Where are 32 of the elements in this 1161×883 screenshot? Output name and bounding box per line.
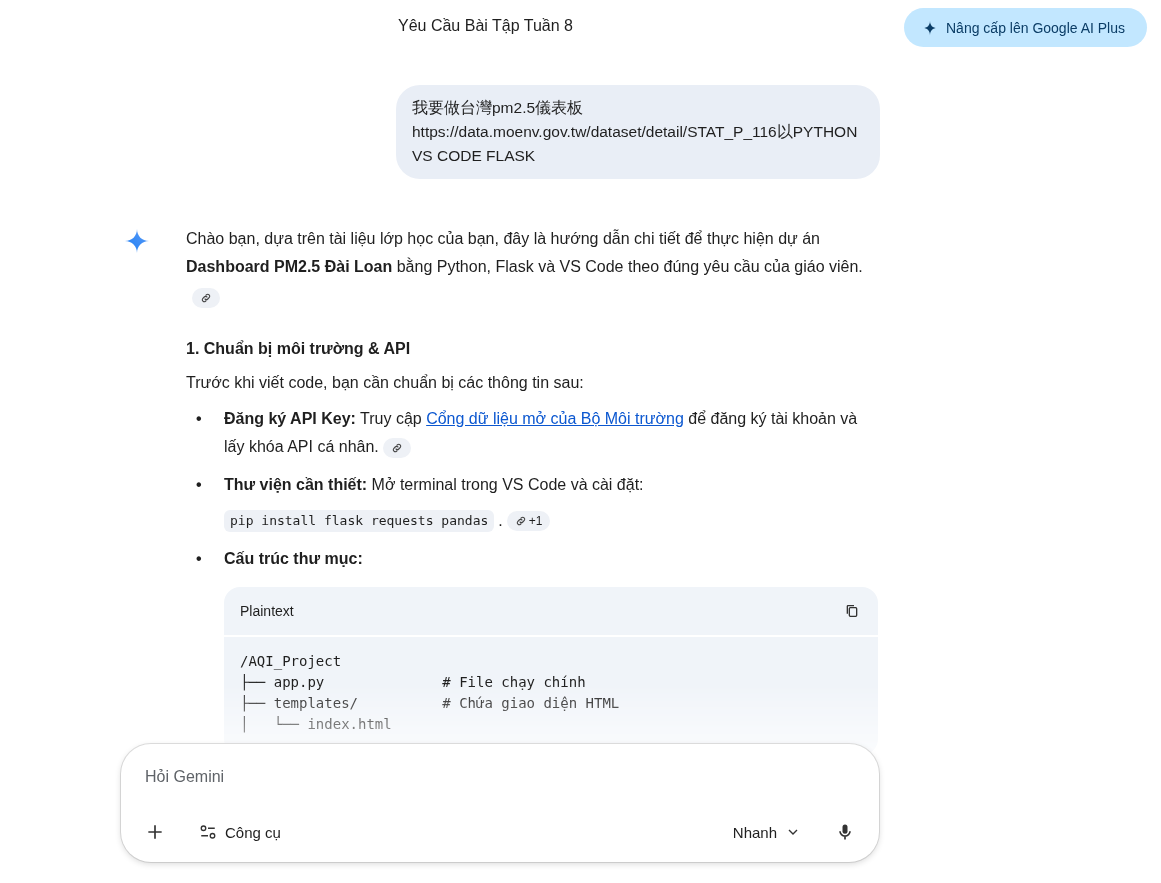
link-icon xyxy=(514,515,527,527)
bullet-marker: • xyxy=(196,409,203,429)
conversation-title: Yêu Cầu Bài Tập Tuần 8 xyxy=(398,17,573,35)
inline-code: pip install flask requests pandas xyxy=(224,510,495,532)
code-line: /AQI_Project xyxy=(240,652,342,672)
code-line: │ └── index.html xyxy=(240,715,392,735)
section-heading: 1. Chuẩn bị môi trường & API xyxy=(186,339,412,359)
bullet-marker: • xyxy=(196,549,203,569)
code-line: ├── app.py # File chạy chính xyxy=(240,673,586,693)
punctuation: . xyxy=(498,511,503,531)
user-message: 我要做台灣pm2.5儀表板 https://data.moenv.gov.tw/dataset/detail/STAT_P_116以PYTHON VS CODE FLASK xyxy=(396,85,880,179)
sparkle-icon xyxy=(125,229,149,253)
mode-dropdown[interactable]: Nhanh xyxy=(726,817,807,847)
bullet-text: Cấu trúc thư mục: xyxy=(224,550,363,567)
link-icon xyxy=(391,441,404,454)
citation-chip[interactable] xyxy=(383,437,412,458)
citation-chip[interactable]: +1 xyxy=(506,511,551,531)
sliders-icon xyxy=(199,823,217,841)
tools-button[interactable]: Công cụ xyxy=(193,817,287,847)
code-line: ├── templates/ # Chứa giao diện HTML xyxy=(240,694,620,714)
bullet-marker: • xyxy=(196,475,203,495)
data-portal-link[interactable]: Cổng dữ liệu mở của Bộ Môi trường xyxy=(426,410,684,427)
bullet-text: Thư viện cần thiết: Mở terminal trong VS Code và cài đặt: xyxy=(224,476,644,493)
citation-chip[interactable] xyxy=(192,287,220,308)
upgrade-button[interactable]: Nâng cấp lên Google AI Plus xyxy=(904,8,1147,47)
response-intro: Chào bạn, dựa trên tài liệu lớp học của bạn, đây là hướng dẫn chi tiết để thực hiện dự án Dashboard PM2.5 Đài Loan bằng Python, Flask và VS Code theo đúng yêu cầu của giáo viên. xyxy=(186,228,864,277)
plus-icon xyxy=(145,822,165,842)
bullet-text: Đăng ký API Key: Truy cập Cổng dữ liệu mở của Bộ Môi trường để đăng ký tài khoản và lấy khóa API cá nhân. xyxy=(224,410,858,455)
code-language: Plaintext xyxy=(240,602,294,621)
prompt-input[interactable]: Hỏi Gemini xyxy=(145,764,745,790)
section-text: Trước khi viết code, bạn cần chuẩn bị các thông tin sau: xyxy=(186,373,585,393)
link-icon xyxy=(200,291,212,304)
